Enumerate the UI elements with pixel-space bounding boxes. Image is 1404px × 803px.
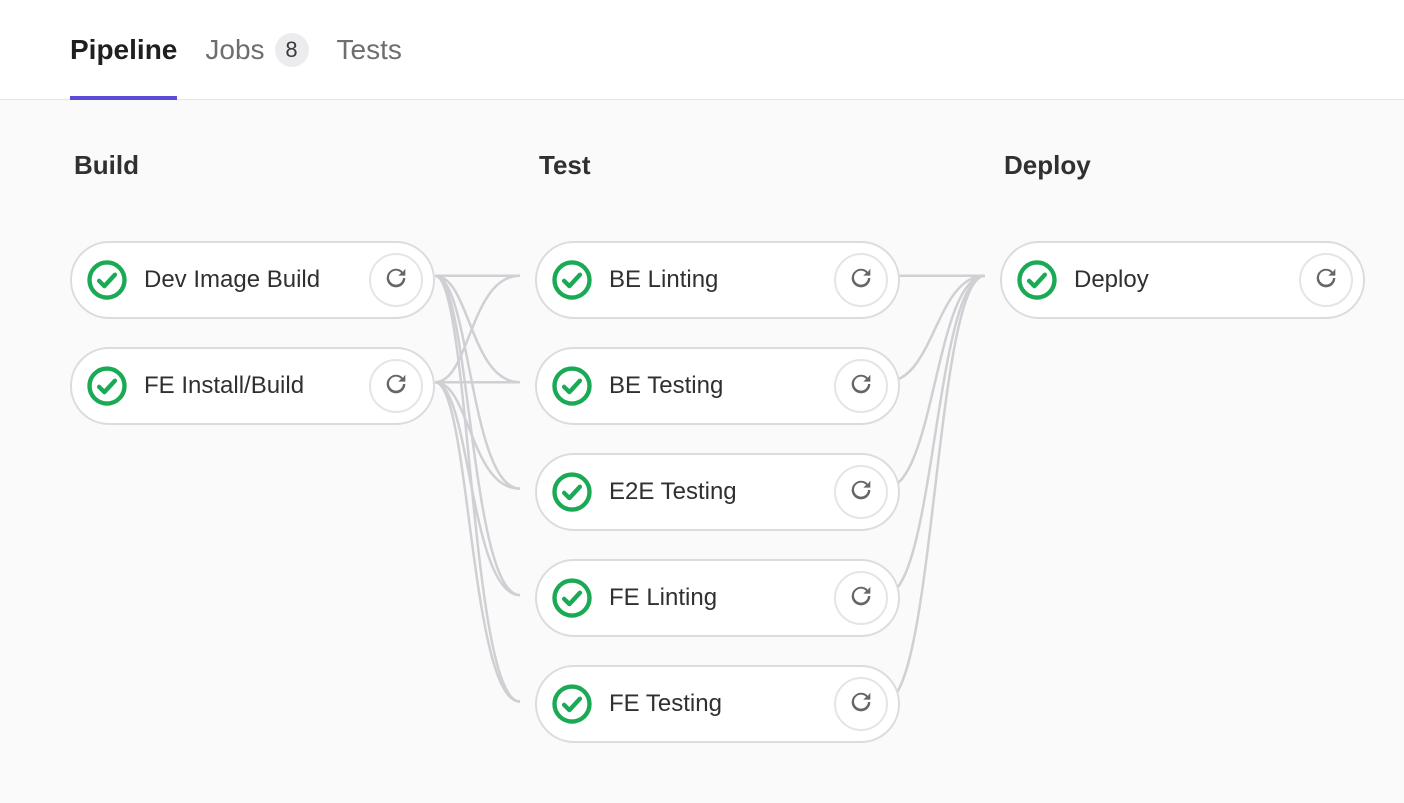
jobs-count-badge: 8 xyxy=(275,33,309,67)
stage-deploy: Deploy Deploy xyxy=(1000,150,1365,743)
job-be-linting[interactable]: BE Linting xyxy=(535,241,900,319)
pipeline-canvas: Build Dev Image Build xyxy=(0,100,1404,803)
job-be-testing[interactable]: BE Testing xyxy=(535,347,900,425)
job-name: Dev Image Build xyxy=(144,266,353,294)
retry-icon xyxy=(847,370,875,403)
retry-button[interactable] xyxy=(834,465,888,519)
stage-jobs: Deploy xyxy=(1000,241,1365,319)
retry-icon xyxy=(1312,264,1340,297)
job-dev-image-build[interactable]: Dev Image Build xyxy=(70,241,435,319)
check-circle-icon xyxy=(551,365,593,407)
retry-icon xyxy=(847,476,875,509)
stage-build: Build Dev Image Build xyxy=(70,150,435,743)
job-fe-linting[interactable]: FE Linting xyxy=(535,559,900,637)
retry-button[interactable] xyxy=(834,571,888,625)
stage-test: Test BE Linting BE Testing E2E Testing xyxy=(535,150,900,743)
retry-button[interactable] xyxy=(834,253,888,307)
job-name: FE Testing xyxy=(609,690,818,718)
check-circle-icon xyxy=(86,365,128,407)
tab-pipeline-label: Pipeline xyxy=(70,34,177,66)
check-circle-icon xyxy=(551,577,593,619)
stage-title: Build xyxy=(74,150,435,181)
retry-icon xyxy=(847,264,875,297)
tab-tests-label: Tests xyxy=(337,34,402,66)
tab-tests[interactable]: Tests xyxy=(337,0,402,99)
retry-icon xyxy=(382,264,410,297)
tab-bar: Pipeline Jobs 8 Tests xyxy=(0,0,1404,100)
retry-button[interactable] xyxy=(369,359,423,413)
retry-button[interactable] xyxy=(834,359,888,413)
job-name: Deploy xyxy=(1074,266,1283,294)
check-circle-icon xyxy=(551,259,593,301)
check-circle-icon xyxy=(551,471,593,513)
retry-icon xyxy=(382,370,410,403)
stages-row: Build Dev Image Build xyxy=(70,150,1334,743)
job-name: FE Linting xyxy=(609,584,818,612)
job-e2e-testing[interactable]: E2E Testing xyxy=(535,453,900,531)
retry-icon xyxy=(847,688,875,721)
retry-button[interactable] xyxy=(1299,253,1353,307)
job-name: FE Install/Build xyxy=(144,372,353,400)
stage-jobs: Dev Image Build FE Install/Build xyxy=(70,241,435,425)
job-fe-install-build[interactable]: FE Install/Build xyxy=(70,347,435,425)
stage-title: Test xyxy=(539,150,900,181)
tab-pipeline[interactable]: Pipeline xyxy=(70,0,177,99)
job-name: BE Linting xyxy=(609,266,818,294)
job-deploy[interactable]: Deploy xyxy=(1000,241,1365,319)
check-circle-icon xyxy=(551,683,593,725)
retry-button[interactable] xyxy=(369,253,423,307)
stage-jobs: BE Linting BE Testing E2E Testing FE Lin… xyxy=(535,241,900,743)
tab-jobs-label: Jobs xyxy=(205,34,264,66)
retry-icon xyxy=(847,582,875,615)
stage-title: Deploy xyxy=(1004,150,1365,181)
job-name: E2E Testing xyxy=(609,478,818,506)
job-name: BE Testing xyxy=(609,372,818,400)
check-circle-icon xyxy=(86,259,128,301)
retry-button[interactable] xyxy=(834,677,888,731)
tab-jobs[interactable]: Jobs 8 xyxy=(205,0,308,99)
check-circle-icon xyxy=(1016,259,1058,301)
job-fe-testing[interactable]: FE Testing xyxy=(535,665,900,743)
